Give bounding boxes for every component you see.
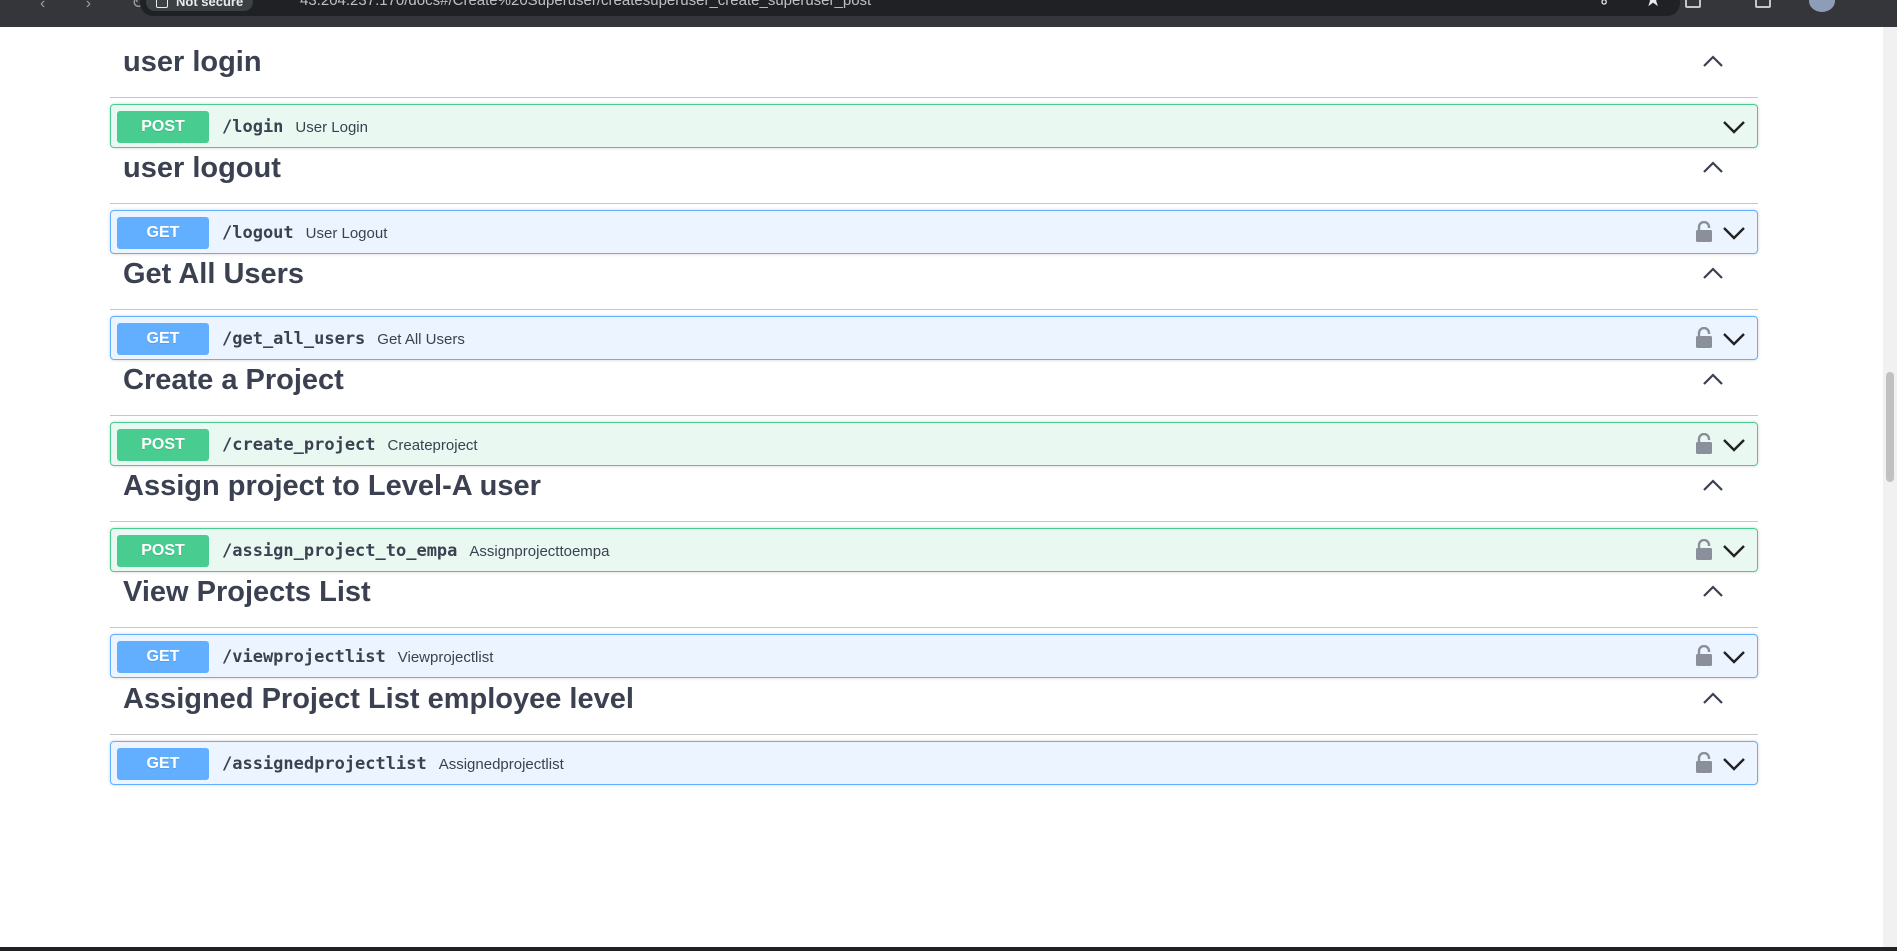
- chevron-down-icon[interactable]: [1723, 332, 1745, 346]
- downloads-icon[interactable]: [1755, 0, 1771, 8]
- chevron-down-icon[interactable]: [1723, 544, 1745, 558]
- chevron-down-icon[interactable]: [1723, 226, 1745, 240]
- extensions-icon[interactable]: [1685, 0, 1701, 8]
- tag-title[interactable]: user logout: [123, 153, 281, 183]
- warning-lock-icon: [156, 0, 168, 8]
- tag-section: View Projects List GET/viewprojectlist Vie…: [110, 557, 1758, 678]
- chevron-up-icon[interactable]: [1703, 479, 1723, 491]
- tag-header[interactable]: Assigned Project List employee level: [110, 664, 1758, 735]
- tag-section: Get All Users GET/get_all_users Get All Us…: [110, 239, 1758, 360]
- operation-row[interactable]: GET/assignedprojectlist Assignedprojectli…: [110, 741, 1758, 785]
- chevron-up-icon[interactable]: [1703, 267, 1723, 279]
- tag-section: user login POST/login User Login: [110, 27, 1758, 148]
- http-method-badge: GET: [117, 748, 209, 780]
- tag-title[interactable]: Create a Project: [123, 365, 344, 395]
- security-chip[interactable]: Not secure: [146, 0, 254, 11]
- tag-section: user logout GET/logout User Logout: [110, 133, 1758, 254]
- tag-section: Create a Project POST/create_project Creat…: [110, 345, 1758, 466]
- operation-summary-row[interactable]: /assignedprojectlist Assignedprojectlist: [222, 742, 564, 786]
- tag-header[interactable]: View Projects List: [110, 557, 1758, 628]
- chevron-down-icon[interactable]: [1723, 120, 1745, 134]
- tag-title[interactable]: View Projects List: [123, 577, 371, 607]
- address-bar[interactable]: Not secure 43.204.237.170/docs#/Create%2…: [140, 0, 1680, 16]
- window-bottom-edge: [0, 947, 1897, 951]
- browser-toolbar-actions: [1685, 0, 1845, 12]
- tag-header[interactable]: Get All Users: [110, 239, 1758, 310]
- lock-icon[interactable]: [1695, 752, 1713, 774]
- chevron-up-icon[interactable]: [1703, 55, 1723, 67]
- tag-title[interactable]: Assigned Project List employee level: [123, 684, 634, 714]
- tag-header[interactable]: user logout: [110, 133, 1758, 204]
- tag-title[interactable]: Get All Users: [123, 259, 304, 289]
- chevron-up-icon[interactable]: [1703, 692, 1723, 704]
- endpoint-summary: Viewprojectlist: [397, 648, 494, 666]
- browser-toolbar: ‹ › ↻ Not secure 43.204.237.170/docs#/Cr…: [0, 0, 1897, 27]
- url-text[interactable]: 43.204.237.170/docs#/Create%20Superuser/…: [300, 0, 871, 10]
- endpoint-summary: Assignedprojectlist: [438, 755, 564, 773]
- swagger-content: user login POST/login User Login user logou…: [0, 27, 1883, 947]
- profile-avatar[interactable]: [1809, 0, 1835, 12]
- chevron-up-icon[interactable]: [1703, 161, 1723, 173]
- tag-header[interactable]: Create a Project: [110, 345, 1758, 416]
- chevron-up-icon[interactable]: [1703, 373, 1723, 385]
- password-key-icon[interactable]: ⚷: [1598, 0, 1610, 8]
- chevron-down-icon[interactable]: [1723, 438, 1745, 452]
- tag-title[interactable]: user login: [123, 47, 262, 77]
- endpoint-path: /assignedprojectlist: [222, 754, 427, 774]
- tag-header[interactable]: user login: [110, 27, 1758, 98]
- tag-section: Assign project to Level-A user POST/assig…: [110, 451, 1758, 572]
- tag-section: Assigned Project List employee level GET /…: [110, 664, 1758, 785]
- tag-header[interactable]: Assign project to Level-A user: [110, 451, 1758, 522]
- scrollbar-thumb[interactable]: [1886, 372, 1894, 482]
- tag-title[interactable]: Assign project to Level-A user: [123, 471, 541, 501]
- vertical-scrollbar[interactable]: [1883, 27, 1897, 947]
- security-chip-label: Not secure: [176, 0, 244, 9]
- bookmark-star-icon[interactable]: ★: [1644, 0, 1662, 10]
- chevron-down-icon[interactable]: [1723, 757, 1745, 771]
- chevron-up-icon[interactable]: [1703, 585, 1723, 597]
- chevron-down-icon[interactable]: [1723, 650, 1745, 664]
